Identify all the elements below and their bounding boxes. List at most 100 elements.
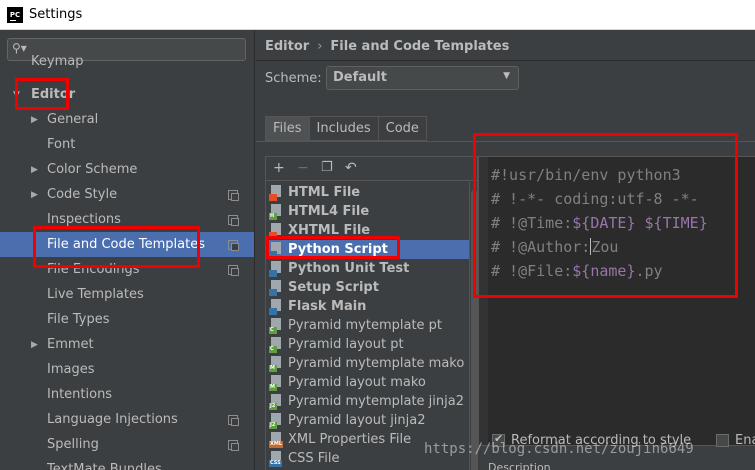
template-item[interactable]: H HTML4 File [267,202,469,221]
file-template-icon: M [269,355,284,372]
pycharm-app-icon: PC [7,6,23,23]
file-template-icon [269,184,284,201]
file-template-icon: J2 [269,412,284,429]
file-template-icon: C [269,336,284,353]
sidebar-item-label: TextMate Bundles [47,462,162,470]
file-template-icon: J2 [269,393,284,410]
reset-icon[interactable]: ↶ [345,160,357,176]
file-template-icon [269,260,284,277]
remove-icon[interactable]: − [297,160,309,176]
template-name: Pyramid layout jinja2 [288,413,426,428]
template-item[interactable]: C Pyramid mytemplate pt [267,316,469,335]
file-template-icon: M [269,374,284,391]
sidebar-item-label: Emmet [47,337,94,352]
template-item[interactable]: Setup Script [267,278,469,297]
sidebar-item-label: Keymap [31,55,84,69]
scheme-value: Default [333,70,387,85]
enable-label: Ena [735,433,755,448]
project-scope-icon [228,214,239,226]
enable-option[interactable]: Ena [716,433,755,448]
copy-icon[interactable]: ❐ [321,160,333,175]
template-item[interactable]: M Pyramid mytemplate mako [267,354,469,373]
chevron-down-icon: ▼ [503,71,510,81]
annotation-box-code [473,133,738,298]
description-label: Description [488,461,551,470]
file-type-badge: M [269,383,277,391]
template-toolbar: + − ❐ ↶ [266,157,477,181]
sidebar-item-label: Intentions [47,387,113,402]
project-scope-icon [228,439,239,451]
sidebar-item-label: Inspections [47,212,121,227]
template-name: Pyramid mytemplate mako [288,356,465,371]
sidebar-item-keymap[interactable]: Keymap [0,55,254,69]
file-type-badge: CSS [269,459,282,467]
tab-code[interactable]: Code [378,116,427,141]
template-name: Pyramid mytemplate jinja2 [288,394,464,409]
breadcrumb-separator: › [317,39,323,54]
template-item[interactable]: Python Unit Test [267,259,469,278]
template-name: Pyramid layout mako [288,375,426,390]
watermark: https://blog.csdn.net/zoujin6649 [424,441,694,457]
annotation-box-templates [33,226,200,268]
sidebar-item-font[interactable]: Font [0,132,254,157]
file-type-badge [269,269,277,277]
template-item[interactable]: M Pyramid layout mako [267,373,469,392]
sidebar-item-label: Language Injections [47,412,178,427]
sidebar-item-label: Images [47,362,95,377]
chevron-right-icon[interactable]: ▶ [31,115,38,125]
chevron-right-icon[interactable]: ▶ [31,165,38,175]
sidebar-item-label: Spelling [47,437,99,452]
template-tabs: Files Includes Code [265,116,427,141]
sidebar-item-general[interactable]: ▶ General [0,107,254,132]
template-name: XML Properties File [288,432,412,447]
file-type-badge: H [269,212,277,220]
template-name: HTML4 File [288,204,370,219]
sidebar-item-file-types[interactable]: File Types [0,307,254,332]
template-name: CSS File [288,451,340,466]
project-scope-icon [228,189,239,201]
file-template-icon: C [269,317,284,334]
sidebar-item-emmet[interactable]: ▶ Emmet [0,332,254,357]
sidebar-item-label: Font [47,137,76,152]
tab-files[interactable]: Files [265,116,310,141]
search-icon: ⚲▾ [12,41,27,55]
enable-checkbox[interactable] [716,434,729,447]
tab-includes[interactable]: Includes [309,116,379,141]
template-list-panel: + − ❐ ↶ HTML File H HTML4 File XHTML File Py… [265,156,478,470]
template-name: Python Unit Test [288,261,410,276]
template-item[interactable]: HTML File [267,183,469,202]
sidebar-item-images[interactable]: Images [0,357,254,382]
sidebar-item-label: Live Templates [47,287,144,302]
sidebar-item-language-injections[interactable]: Language Injections [0,407,254,432]
template-item[interactable]: J2 Pyramid mytemplate jinja2 [267,392,469,411]
file-type-badge: C [269,326,277,334]
file-type-badge [269,193,277,201]
chevron-right-icon[interactable]: ▶ [31,190,38,200]
sidebar-item-spelling[interactable]: Spelling [0,432,254,457]
template-item[interactable]: Flask Main [267,297,469,316]
sidebar-item-color-scheme[interactable]: ▶ Color Scheme [0,157,254,182]
template-item[interactable]: J2 Pyramid layout jinja2 [267,411,469,430]
file-type-badge: M [269,364,277,372]
file-template-icon [269,279,284,296]
scheme-dropdown[interactable]: Default ▼ [326,66,519,90]
template-name: Pyramid layout pt [288,337,404,352]
template-item[interactable]: C Pyramid layout pt [267,335,469,354]
header-divider [256,60,755,61]
project-scope-icon [228,264,239,276]
sidebar-item-live-templates[interactable]: Live Templates [0,282,254,307]
sidebar-item-intentions[interactable]: Intentions [0,382,254,407]
template-name: Pyramid mytemplate pt [288,318,443,333]
scheme-label: Scheme: [265,71,322,86]
annotation-box-editor [15,78,69,110]
sidebar-item-textmate-bundles[interactable]: TextMate Bundles [0,457,254,470]
file-type-badge: J2 [269,421,277,429]
add-icon[interactable]: + [273,160,285,176]
file-type-badge: J2 [269,402,277,410]
template-name: Setup Script [288,280,379,295]
sidebar-item-code-style[interactable]: ▶ Code Style [0,182,254,207]
file-template-icon: H [269,203,284,220]
chevron-right-icon[interactable]: ▶ [31,340,38,350]
breadcrumb-parent[interactable]: Editor [265,39,309,54]
file-template-icon [269,298,284,315]
